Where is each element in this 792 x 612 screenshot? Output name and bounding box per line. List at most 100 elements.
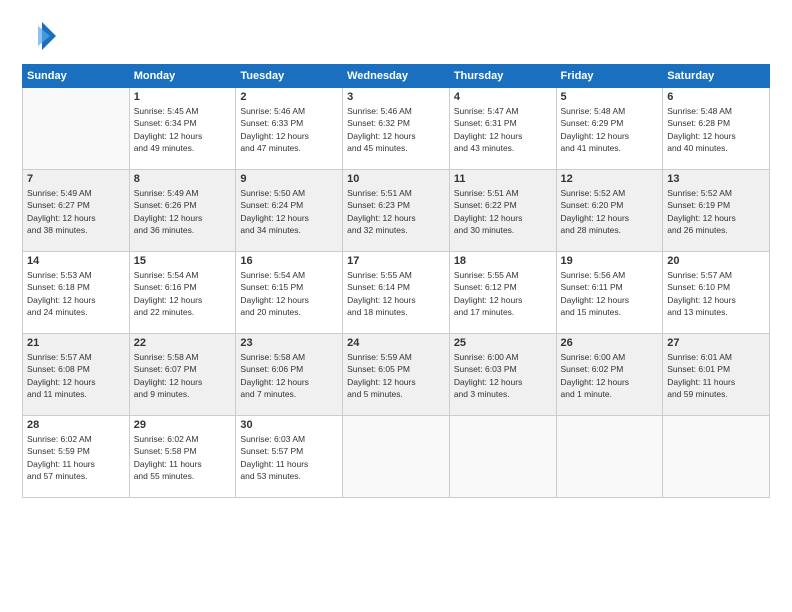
col-header-saturday: Saturday: [663, 65, 770, 88]
day-info: Sunrise: 5:45 AMSunset: 6:34 PMDaylight:…: [134, 105, 232, 154]
calendar-cell: 26 Sunrise: 6:00 AMSunset: 6:02 PMDayligh…: [556, 334, 663, 416]
day-info: Sunrise: 5:58 AMSunset: 6:06 PMDaylight:…: [240, 351, 338, 400]
day-info: Sunrise: 5:49 AMSunset: 6:27 PMDaylight:…: [27, 187, 125, 236]
day-info: Sunrise: 5:48 AMSunset: 6:28 PMDaylight:…: [667, 105, 765, 154]
day-number: 18: [454, 255, 552, 267]
day-number: 16: [240, 255, 338, 267]
week-row-2: 7Sunrise: 5:49 AMSunset: 6:27 PMDaylight…: [23, 170, 770, 252]
day-number: 25: [454, 337, 552, 349]
day-info: Sunrise: 5:46 AMSunset: 6:33 PMDaylight:…: [240, 105, 338, 154]
day-info: Sunrise: 5:52 AMSunset: 6:19 PMDaylight:…: [667, 187, 765, 236]
day-number: 1: [134, 91, 232, 103]
day-number: 13: [667, 173, 765, 185]
day-number: 11: [454, 173, 552, 185]
calendar-cell: 22 Sunrise: 5:58 AMSunset: 6:07 PMDayligh…: [129, 334, 236, 416]
day-info: Sunrise: 5:54 AMSunset: 6:15 PMDaylight:…: [240, 269, 338, 318]
day-number: 24: [347, 337, 445, 349]
calendar-cell: 12Sunrise: 5:52 AMSunset: 6:20 PMDayligh…: [556, 170, 663, 252]
week-row-1: 1 Sunrise: 5:45 AMSunset: 6:34 PMDaylight…: [23, 88, 770, 170]
calendar-cell: 2Sunrise: 5:46 AMSunset: 6:33 PMDaylight…: [236, 88, 343, 170]
day-number: 9: [240, 173, 338, 185]
day-number: 6: [667, 91, 765, 103]
logo: [22, 18, 62, 54]
calendar-cell: 14 Sunrise: 5:53 AMSunset: 6:18 PMDayligh…: [23, 252, 130, 334]
day-info: Sunrise: 5:57 AMSunset: 6:10 PMDaylight:…: [667, 269, 765, 318]
day-info: Sunrise: 6:00 AMSunset: 6:02 PMDaylight:…: [561, 351, 659, 400]
week-row-5: 28 Sunrise: 6:02 AMSunset: 5:59 PMDayligh…: [23, 416, 770, 498]
calendar-cell: 27 Sunrise: 6:01 AMSunset: 6:01 PMDayligh…: [663, 334, 770, 416]
day-info: Sunrise: 6:02 AMSunset: 5:58 PMDaylight:…: [134, 433, 232, 482]
day-number: 29: [134, 419, 232, 431]
calendar-cell: 19 Sunrise: 5:56 AMSunset: 6:11 PMDayligh…: [556, 252, 663, 334]
day-number: 8: [134, 173, 232, 185]
day-number: 27: [667, 337, 765, 349]
day-number: 4: [454, 91, 552, 103]
calendar: SundayMondayTuesdayWednesdayThursdayFrid…: [22, 64, 770, 498]
calendar-cell: 29 Sunrise: 6:02 AMSunset: 5:58 PMDayligh…: [129, 416, 236, 498]
day-number: 19: [561, 255, 659, 267]
calendar-cell: 30 Sunrise: 6:03 AMSunset: 5:57 PMDayligh…: [236, 416, 343, 498]
day-number: 14: [27, 255, 125, 267]
day-info: Sunrise: 5:55 AMSunset: 6:14 PMDaylight:…: [347, 269, 445, 318]
page: SundayMondayTuesdayWednesdayThursdayFrid…: [0, 0, 792, 612]
day-info: Sunrise: 5:47 AMSunset: 6:31 PMDaylight:…: [454, 105, 552, 154]
day-info: Sunrise: 5:59 AMSunset: 6:05 PMDaylight:…: [347, 351, 445, 400]
calendar-cell: 18Sunrise: 5:55 AMSunset: 6:12 PMDayligh…: [449, 252, 556, 334]
col-header-monday: Monday: [129, 65, 236, 88]
calendar-cell: 21 Sunrise: 5:57 AMSunset: 6:08 PMDayligh…: [23, 334, 130, 416]
week-row-3: 14 Sunrise: 5:53 AMSunset: 6:18 PMDayligh…: [23, 252, 770, 334]
header: [22, 18, 770, 54]
calendar-cell: [343, 416, 450, 498]
day-number: 26: [561, 337, 659, 349]
col-header-thursday: Thursday: [449, 65, 556, 88]
calendar-cell: 3Sunrise: 5:46 AMSunset: 6:32 PMDaylight…: [343, 88, 450, 170]
day-info: Sunrise: 5:56 AMSunset: 6:11 PMDaylight:…: [561, 269, 659, 318]
day-info: Sunrise: 5:51 AMSunset: 6:23 PMDaylight:…: [347, 187, 445, 236]
day-info: Sunrise: 5:49 AMSunset: 6:26 PMDaylight:…: [134, 187, 232, 236]
calendar-cell: 17 Sunrise: 5:55 AMSunset: 6:14 PMDayligh…: [343, 252, 450, 334]
calendar-cell: 8 Sunrise: 5:49 AMSunset: 6:26 PMDaylight…: [129, 170, 236, 252]
day-info: Sunrise: 5:50 AMSunset: 6:24 PMDaylight:…: [240, 187, 338, 236]
calendar-cell: [449, 416, 556, 498]
col-header-wednesday: Wednesday: [343, 65, 450, 88]
logo-icon: [22, 18, 58, 54]
calendar-cell: 9 Sunrise: 5:50 AMSunset: 6:24 PMDaylight…: [236, 170, 343, 252]
day-number: 22: [134, 337, 232, 349]
header-row: SundayMondayTuesdayWednesdayThursdayFrid…: [23, 65, 770, 88]
calendar-cell: 7Sunrise: 5:49 AMSunset: 6:27 PMDaylight…: [23, 170, 130, 252]
day-info: Sunrise: 5:58 AMSunset: 6:07 PMDaylight:…: [134, 351, 232, 400]
calendar-cell: 5Sunrise: 5:48 AMSunset: 6:29 PMDaylight…: [556, 88, 663, 170]
day-number: 21: [27, 337, 125, 349]
day-number: 15: [134, 255, 232, 267]
day-info: Sunrise: 5:57 AMSunset: 6:08 PMDaylight:…: [27, 351, 125, 400]
day-info: Sunrise: 5:53 AMSunset: 6:18 PMDaylight:…: [27, 269, 125, 318]
day-info: Sunrise: 6:02 AMSunset: 5:59 PMDaylight:…: [27, 433, 125, 482]
calendar-cell: [556, 416, 663, 498]
day-info: Sunrise: 6:01 AMSunset: 6:01 PMDaylight:…: [667, 351, 765, 400]
calendar-cell: 16 Sunrise: 5:54 AMSunset: 6:15 PMDayligh…: [236, 252, 343, 334]
day-info: Sunrise: 5:51 AMSunset: 6:22 PMDaylight:…: [454, 187, 552, 236]
calendar-cell: 20Sunrise: 5:57 AMSunset: 6:10 PMDayligh…: [663, 252, 770, 334]
calendar-cell: 13 Sunrise: 5:52 AMSunset: 6:19 PMDayligh…: [663, 170, 770, 252]
day-number: 28: [27, 419, 125, 431]
calendar-cell: [663, 416, 770, 498]
day-number: 17: [347, 255, 445, 267]
calendar-cell: 25 Sunrise: 6:00 AMSunset: 6:03 PMDayligh…: [449, 334, 556, 416]
calendar-cell: 1 Sunrise: 5:45 AMSunset: 6:34 PMDaylight…: [129, 88, 236, 170]
calendar-cell: [23, 88, 130, 170]
calendar-cell: 28 Sunrise: 6:02 AMSunset: 5:59 PMDayligh…: [23, 416, 130, 498]
calendar-cell: 23 Sunrise: 5:58 AMSunset: 6:06 PMDayligh…: [236, 334, 343, 416]
col-header-friday: Friday: [556, 65, 663, 88]
day-number: 10: [347, 173, 445, 185]
calendar-cell: 10 Sunrise: 5:51 AMSunset: 6:23 PMDayligh…: [343, 170, 450, 252]
calendar-cell: 4 Sunrise: 5:47 AMSunset: 6:31 PMDaylight…: [449, 88, 556, 170]
week-row-4: 21 Sunrise: 5:57 AMSunset: 6:08 PMDayligh…: [23, 334, 770, 416]
day-info: Sunrise: 6:00 AMSunset: 6:03 PMDaylight:…: [454, 351, 552, 400]
day-number: 5: [561, 91, 659, 103]
day-number: 23: [240, 337, 338, 349]
calendar-cell: 15Sunrise: 5:54 AMSunset: 6:16 PMDayligh…: [129, 252, 236, 334]
day-info: Sunrise: 6:03 AMSunset: 5:57 PMDaylight:…: [240, 433, 338, 482]
day-number: 30: [240, 419, 338, 431]
col-header-tuesday: Tuesday: [236, 65, 343, 88]
day-number: 12: [561, 173, 659, 185]
